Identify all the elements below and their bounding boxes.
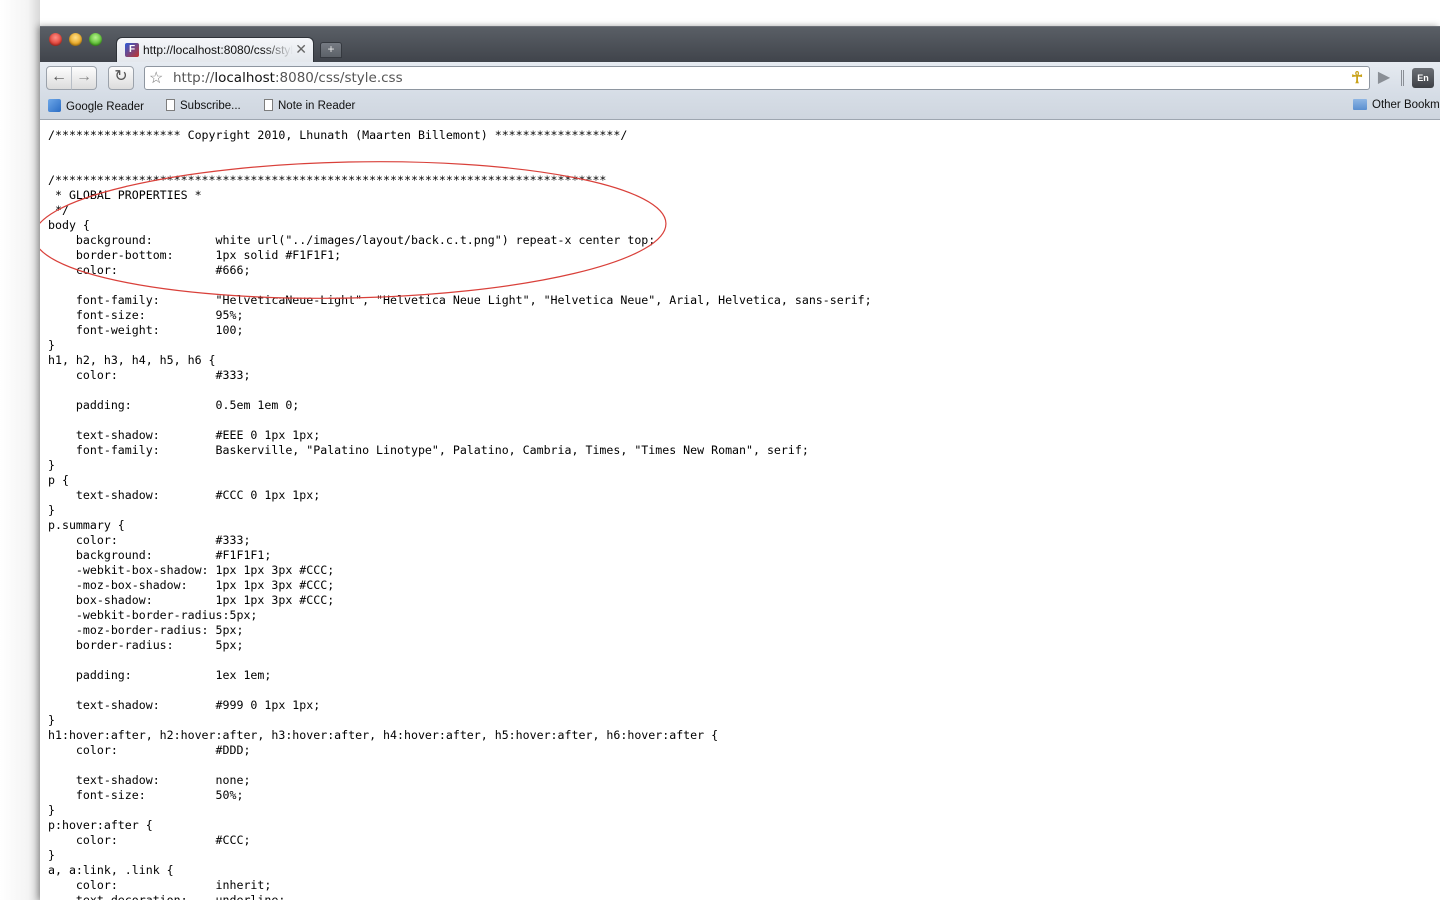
source-line: } (48, 713, 55, 727)
url-scheme: http:// (173, 70, 215, 86)
page-content: /****************** Copyright 2010, Lhun… (40, 120, 1440, 900)
address-bar[interactable]: ☆ http://localhost:8080/css/style.css ☥ (144, 66, 1370, 90)
bookmark-note-in-reader[interactable]: Note in Reader (264, 99, 355, 112)
css-source-text: /****************** Copyright 2010, Lhun… (48, 128, 872, 900)
source-line: font-family: Baskerville, "Palatino Lino… (48, 443, 809, 457)
source-line: */ (48, 203, 69, 217)
source-line: text-decoration: underline; (48, 893, 286, 900)
desktop-background (0, 0, 1440, 26)
source-line: text-shadow: #EEE 0 1px 1px; (48, 428, 321, 442)
tab-title: http://localhost:8080/css/style.css (143, 43, 293, 57)
source-line: border-radius: 5px; (48, 638, 244, 652)
bookmark-label: Google Reader (66, 101, 144, 113)
go-arrow-icon[interactable]: ▶ (1372, 66, 1396, 90)
page-icon (264, 99, 273, 111)
source-line: color: #333; (48, 368, 251, 382)
window-zoom-button[interactable] (89, 33, 102, 46)
source-line: } (48, 803, 55, 817)
ankh-extension-icon[interactable]: ☥ (1351, 68, 1363, 88)
source-line: p.summary { (48, 518, 125, 532)
reload-button[interactable]: ↻ (108, 66, 134, 90)
browser-window: F http://localhost:8080/css/style.css ✕ … (40, 26, 1440, 900)
source-line: color: #CCC; (48, 833, 251, 847)
new-tab-button[interactable]: + (320, 42, 342, 58)
source-line: -webkit-box-shadow: 1px 1px 3px #CCC; (48, 563, 335, 577)
back-button[interactable]: ← (46, 66, 72, 90)
source-line: color: #DDD; (48, 743, 251, 757)
source-line: color: inherit; (48, 878, 272, 892)
navigation-toolbar: ← → ↻ ☆ http://localhost:8080/css/style.… (40, 62, 1440, 94)
source-line: color: #333; (48, 533, 251, 547)
source-line: -moz-box-shadow: 1px 1px 3px #CCC; (48, 578, 335, 592)
source-line: padding: 1ex 1em; (48, 668, 272, 682)
source-line: font-size: 95%; (48, 308, 244, 322)
bookmark-label: Note in Reader (278, 100, 356, 112)
page-icon (166, 99, 175, 111)
window-close-button[interactable] (49, 33, 62, 46)
folder-icon (1353, 99, 1367, 110)
source-line: h1:hover:after, h2:hover:after, h3:hover… (48, 728, 719, 742)
bookmark-subscribe[interactable]: Subscribe... (166, 99, 241, 112)
favicon-icon: F (125, 43, 139, 57)
google-reader-icon (48, 99, 61, 112)
source-line: } (48, 458, 55, 472)
tab-close-icon[interactable]: ✕ (295, 41, 307, 58)
url-path: :8080/css/style.css (274, 70, 403, 86)
source-line: box-shadow: 1px 1px 3px #CCC; (48, 593, 335, 607)
source-line: } (48, 503, 55, 517)
tab-strip: F http://localhost:8080/css/style.css ✕ … (40, 26, 1440, 63)
bookmarks-bar: Google Reader Subscribe... Note in Reade… (40, 94, 1440, 120)
toolbar-separator (1401, 70, 1404, 86)
other-bookmarks-label: Other Bookmarks (1372, 99, 1440, 111)
source-line: /***************************************… (48, 173, 607, 187)
source-line: text-shadow: #CCC 0 1px 1px; (48, 488, 321, 502)
desktop-background-left (0, 0, 40, 900)
source-line: background: white url("../images/layout/… (48, 233, 656, 247)
source-line: } (48, 338, 55, 352)
forward-button[interactable]: → (71, 66, 97, 90)
source-line: a, a:link, .link { (48, 863, 174, 877)
url-host: localhost (214, 70, 275, 86)
source-line: } (48, 848, 55, 862)
source-line: color: #666; (48, 263, 251, 277)
source-line: font-weight: 100; (48, 323, 244, 337)
source-line: * GLOBAL PROPERTIES * (48, 188, 202, 202)
bookmark-label: Subscribe... (180, 100, 241, 112)
source-line: text-shadow: none; (48, 773, 251, 787)
source-line: border-bottom: 1px solid #F1F1F1; (48, 248, 342, 262)
bookmark-google-reader[interactable]: Google Reader (48, 99, 144, 113)
bookmark-star-icon[interactable]: ☆ (149, 68, 163, 88)
source-line: font-family: "HelveticaNeue-Light", "Hel… (48, 293, 872, 307)
extension-button-icon[interactable]: En (1412, 68, 1434, 88)
source-line: -webkit-border-radius:5px; (48, 608, 258, 622)
other-bookmarks-folder[interactable]: Other Bookmarks (1353, 99, 1440, 111)
window-minimize-button[interactable] (69, 33, 82, 46)
source-line: p:hover:after { (48, 818, 153, 832)
source-line: /****************** Copyright 2010, Lhun… (48, 128, 628, 142)
source-line: body { (48, 218, 90, 232)
source-line: h1, h2, h3, h4, h5, h6 { (48, 353, 216, 367)
source-line: padding: 0.5em 1em 0; (48, 398, 300, 412)
source-line: -moz-border-radius: 5px; (48, 623, 244, 637)
source-line: p { (48, 473, 69, 487)
url-text[interactable]: http://localhost:8080/css/style.css (173, 70, 403, 86)
tab-style-css[interactable]: F http://localhost:8080/css/style.css ✕ (116, 37, 314, 63)
source-line: background: #F1F1F1; (48, 548, 272, 562)
source-line: font-size: 50%; (48, 788, 244, 802)
source-line: text-shadow: #999 0 1px 1px; (48, 698, 321, 712)
